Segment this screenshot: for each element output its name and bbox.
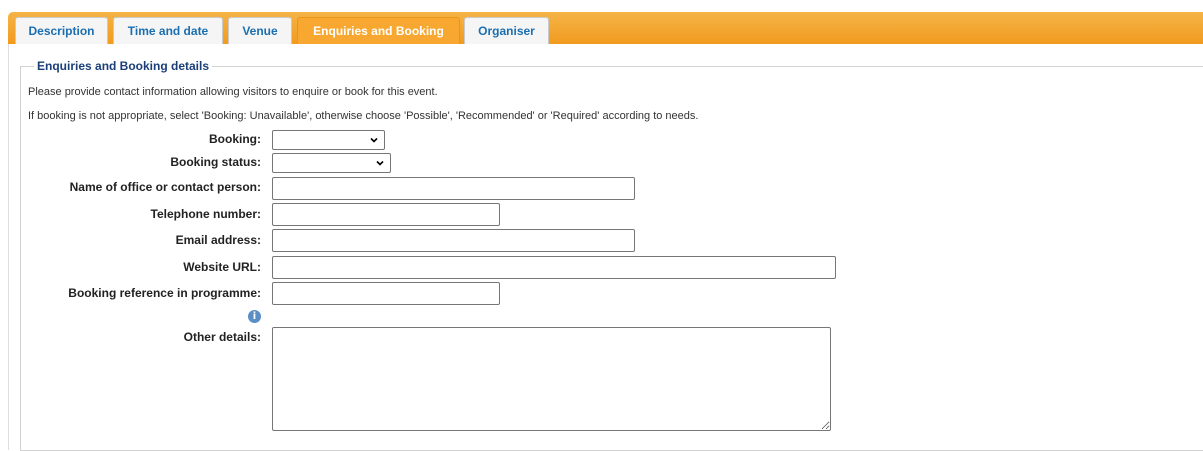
website-label: Website URL: (183, 260, 261, 274)
contact-name-label: Name of office or contact person: (69, 180, 261, 194)
booking-status-label: Booking status: (170, 155, 261, 169)
booking-label: Booking: (209, 132, 261, 146)
tab-organiser[interactable]: Organiser (464, 17, 549, 44)
instructions-text: If booking is not appropriate, select 'B… (28, 110, 699, 122)
telephone-label: Telephone number: (150, 207, 261, 221)
tab-venue[interactable]: Venue (228, 17, 292, 44)
tab-time-and-date[interactable]: Time and date (113, 17, 223, 44)
panel-legend: Enquiries and Booking details (37, 59, 210, 73)
other-details-textarea[interactable] (272, 327, 831, 431)
tab-description[interactable]: Description (15, 17, 108, 44)
email-label: Email address: (175, 233, 261, 247)
other-details-label: Other details: (183, 330, 261, 344)
booking-select[interactable] (272, 130, 385, 150)
email-input[interactable] (272, 229, 635, 252)
booking-ref-label: Booking reference in programme: (68, 286, 261, 300)
tab-enquiries-and-booking[interactable]: Enquiries and Booking (297, 17, 460, 44)
website-input[interactable] (272, 256, 836, 279)
contact-name-input[interactable] (272, 177, 635, 200)
intro-text: Please provide contact information allow… (28, 86, 438, 98)
tab-bar: Description Time and date Venue Enquirie… (8, 12, 1203, 44)
booking-status-select[interactable] (272, 153, 391, 173)
booking-ref-input[interactable] (272, 282, 500, 305)
info-icon[interactable]: i (248, 310, 261, 323)
telephone-input[interactable] (272, 203, 500, 226)
